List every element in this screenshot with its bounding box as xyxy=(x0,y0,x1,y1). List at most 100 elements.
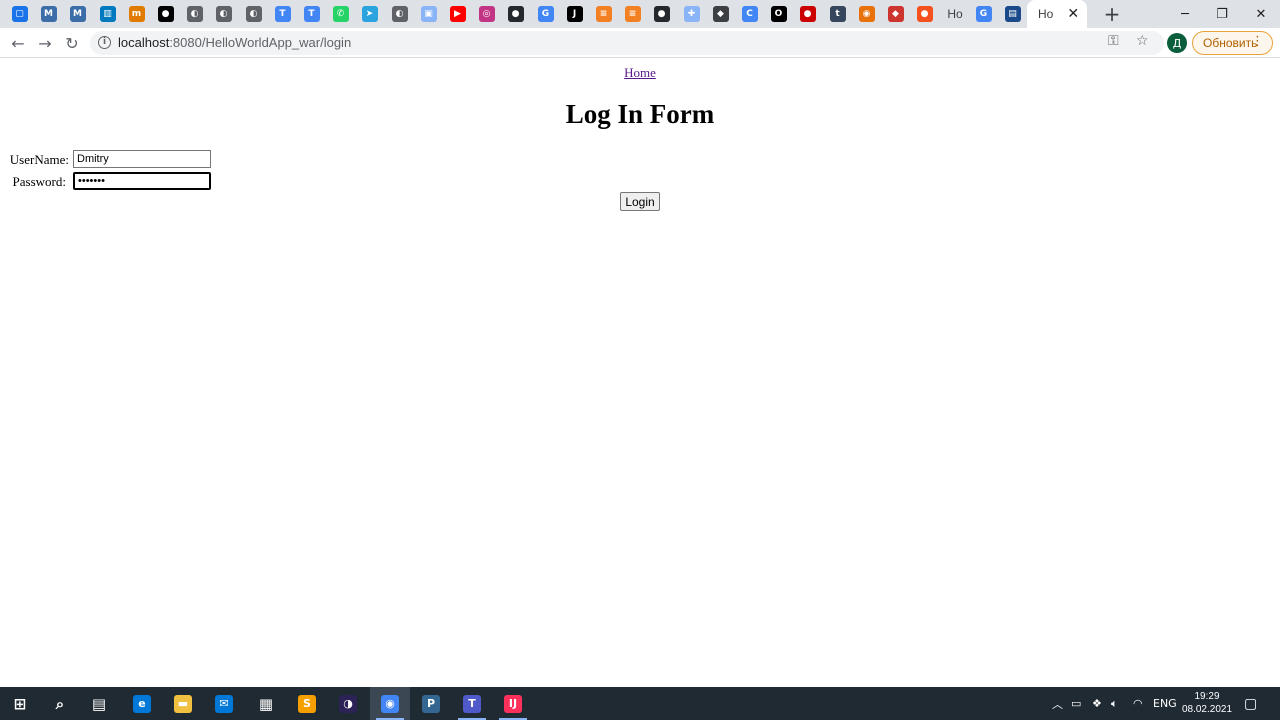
profile-avatar[interactable]: Д xyxy=(1167,33,1187,53)
taskbar-item[interactable]: ▤ xyxy=(79,687,119,720)
taskbar-item[interactable]: ◉ xyxy=(370,687,410,720)
google-icon: G xyxy=(537,6,554,22)
tumblr-icon: t xyxy=(829,6,846,22)
back-button[interactable]: ← xyxy=(6,31,30,55)
browser-tab[interactable]: O xyxy=(764,0,793,28)
browser-tab[interactable]: J xyxy=(560,0,589,28)
update-button[interactable]: Обновить ⋮ xyxy=(1192,31,1273,55)
taskbar-item[interactable]: ▦ xyxy=(246,687,286,720)
notifications-icon[interactable]: ▢ xyxy=(1244,687,1257,720)
language-indicator[interactable]: ENG xyxy=(1153,687,1177,720)
github-icon: ● xyxy=(507,6,524,22)
taskbar-item[interactable]: IJ xyxy=(493,687,533,720)
chat-icon: ▢ xyxy=(11,6,28,22)
edge-icon: e xyxy=(133,694,151,713)
browser-tab[interactable]: M xyxy=(63,0,92,28)
browser-tab[interactable]: ◆ xyxy=(881,0,910,28)
cb-icon: C xyxy=(741,6,758,22)
taskbar-item[interactable]: ⊞ xyxy=(0,687,40,720)
browser-tab[interactable]: Ho ✕ xyxy=(1027,0,1087,28)
browser-tab[interactable]: ✆ xyxy=(326,0,355,28)
taskbar-item[interactable]: ◑ xyxy=(328,687,368,720)
username-input[interactable]: Dmitry xyxy=(73,150,211,168)
browser-tab[interactable]: M xyxy=(34,0,63,28)
game-icon: ◆ xyxy=(712,6,729,22)
browser-tab[interactable]: ◎ xyxy=(472,0,501,28)
browser-tab[interactable]: ● xyxy=(501,0,530,28)
new-tab-button[interactable]: + xyxy=(1100,0,1124,28)
key-icon[interactable]: ⚿ xyxy=(1108,33,1119,49)
browser-tab[interactable]: G xyxy=(969,0,998,28)
url-text[interactable]: localhost:8080/HelloWorldApp_war/login xyxy=(118,35,351,50)
browser-tab[interactable]: G xyxy=(531,0,560,28)
globe-icon: ◐ xyxy=(391,6,408,22)
intellij-icon: IJ xyxy=(504,694,522,713)
browser-tab[interactable]: m xyxy=(122,0,151,28)
taskbar-item[interactable]: ⌕ xyxy=(40,687,80,720)
windows-start-icon: ⊞ xyxy=(13,694,27,713)
browser-tab[interactable]: ◐ xyxy=(385,0,414,28)
password-label: Password: xyxy=(12,174,66,189)
update-label: Обновить xyxy=(1203,36,1258,50)
teams-icon: T xyxy=(463,694,481,713)
browser-tab[interactable]: ◐ xyxy=(180,0,209,28)
star-icon[interactable]: ☆ xyxy=(1136,33,1149,49)
jetbrains-icon: J xyxy=(566,6,583,22)
browser-tab[interactable]: ▤ xyxy=(998,0,1027,28)
sublime-icon: S xyxy=(298,694,316,713)
tab-title: Ho xyxy=(1038,7,1054,21)
forward-button[interactable]: → xyxy=(33,31,57,55)
browser-tab[interactable]: t xyxy=(823,0,852,28)
password-input[interactable]: ••••••• xyxy=(73,172,211,190)
url-host: localhost xyxy=(118,35,170,50)
browser-tab[interactable]: ▶ xyxy=(443,0,472,28)
reload-button[interactable]: ↻ xyxy=(60,31,84,55)
google-icon: G xyxy=(975,6,992,22)
dropbox-icon[interactable]: ❖ xyxy=(1092,687,1102,720)
taskbar-item[interactable]: P xyxy=(411,687,451,720)
browser-tab[interactable]: T xyxy=(268,0,297,28)
login-button[interactable]: Login xyxy=(620,192,660,211)
task-view-icon: ▤ xyxy=(91,694,107,713)
store-icon: ▦ xyxy=(258,694,274,713)
orange-icon: ● xyxy=(916,6,933,22)
wifi-icon[interactable]: ◠ xyxy=(1133,687,1143,720)
postgres-icon: P xyxy=(422,694,440,713)
info-icon[interactable]: i xyxy=(98,36,111,49)
browser-tab[interactable]: T xyxy=(297,0,326,28)
browser-tab[interactable]: ◐ xyxy=(239,0,268,28)
taskbar-item[interactable]: S xyxy=(287,687,327,720)
browser-tab[interactable]: C xyxy=(735,0,764,28)
clock-time: 19:29 xyxy=(1194,691,1220,702)
taskbar-item[interactable]: ✉ xyxy=(204,687,244,720)
browser-tab[interactable]: ≡ xyxy=(618,0,647,28)
close-window-button[interactable]: ✕ xyxy=(1238,0,1280,28)
browser-tab[interactable]: ● xyxy=(647,0,676,28)
volume-icon[interactable]: 🔈︎ xyxy=(1111,687,1118,720)
taskbar-item[interactable]: T xyxy=(452,687,492,720)
show-hidden-icons[interactable]: ︿ xyxy=(1052,687,1063,720)
browser-tab[interactable]: ▥ xyxy=(93,0,122,28)
browser-tab[interactable]: ➤ xyxy=(355,0,384,28)
browser-tab[interactable]: ▢ xyxy=(5,0,34,28)
windows-taskbar: ︿ ▭ ❖ 🔈︎ ◠ ENG 19:29 08.02.2021 ▢ ⊞ ⌕ ▤ e ▬ ✉… xyxy=(0,687,1280,720)
globe-icon: ◐ xyxy=(215,6,232,22)
browser-tab[interactable]: ✚ xyxy=(677,0,706,28)
browser-tab[interactable]: ▣ xyxy=(414,0,443,28)
browser-tab[interactable]: ● xyxy=(910,0,939,28)
clock[interactable]: 19:29 08.02.2021 xyxy=(1180,690,1234,716)
browser-tab[interactable]: ≡ xyxy=(589,0,618,28)
browser-tab[interactable]: ● xyxy=(793,0,822,28)
home-link[interactable]: Home xyxy=(624,65,656,80)
browser-tab[interactable]: ◉ xyxy=(852,0,881,28)
taskbar-item[interactable]: e xyxy=(122,687,162,720)
taskbar-item[interactable]: ▬ xyxy=(163,687,203,720)
doc-icon: ▤ xyxy=(1004,6,1021,22)
browser-tab[interactable]: ● xyxy=(151,0,180,28)
address-bar[interactable]: i localhost:8080/HelloWorldApp_war/login… xyxy=(90,31,1164,55)
browser-tab[interactable]: ◆ xyxy=(706,0,735,28)
browser-tab[interactable]: ◐ xyxy=(209,0,238,28)
close-tab-icon[interactable]: ✕ xyxy=(1067,6,1079,22)
browser-tab[interactable]: Ho xyxy=(939,0,968,28)
battery-icon[interactable]: ▭ xyxy=(1071,687,1081,720)
